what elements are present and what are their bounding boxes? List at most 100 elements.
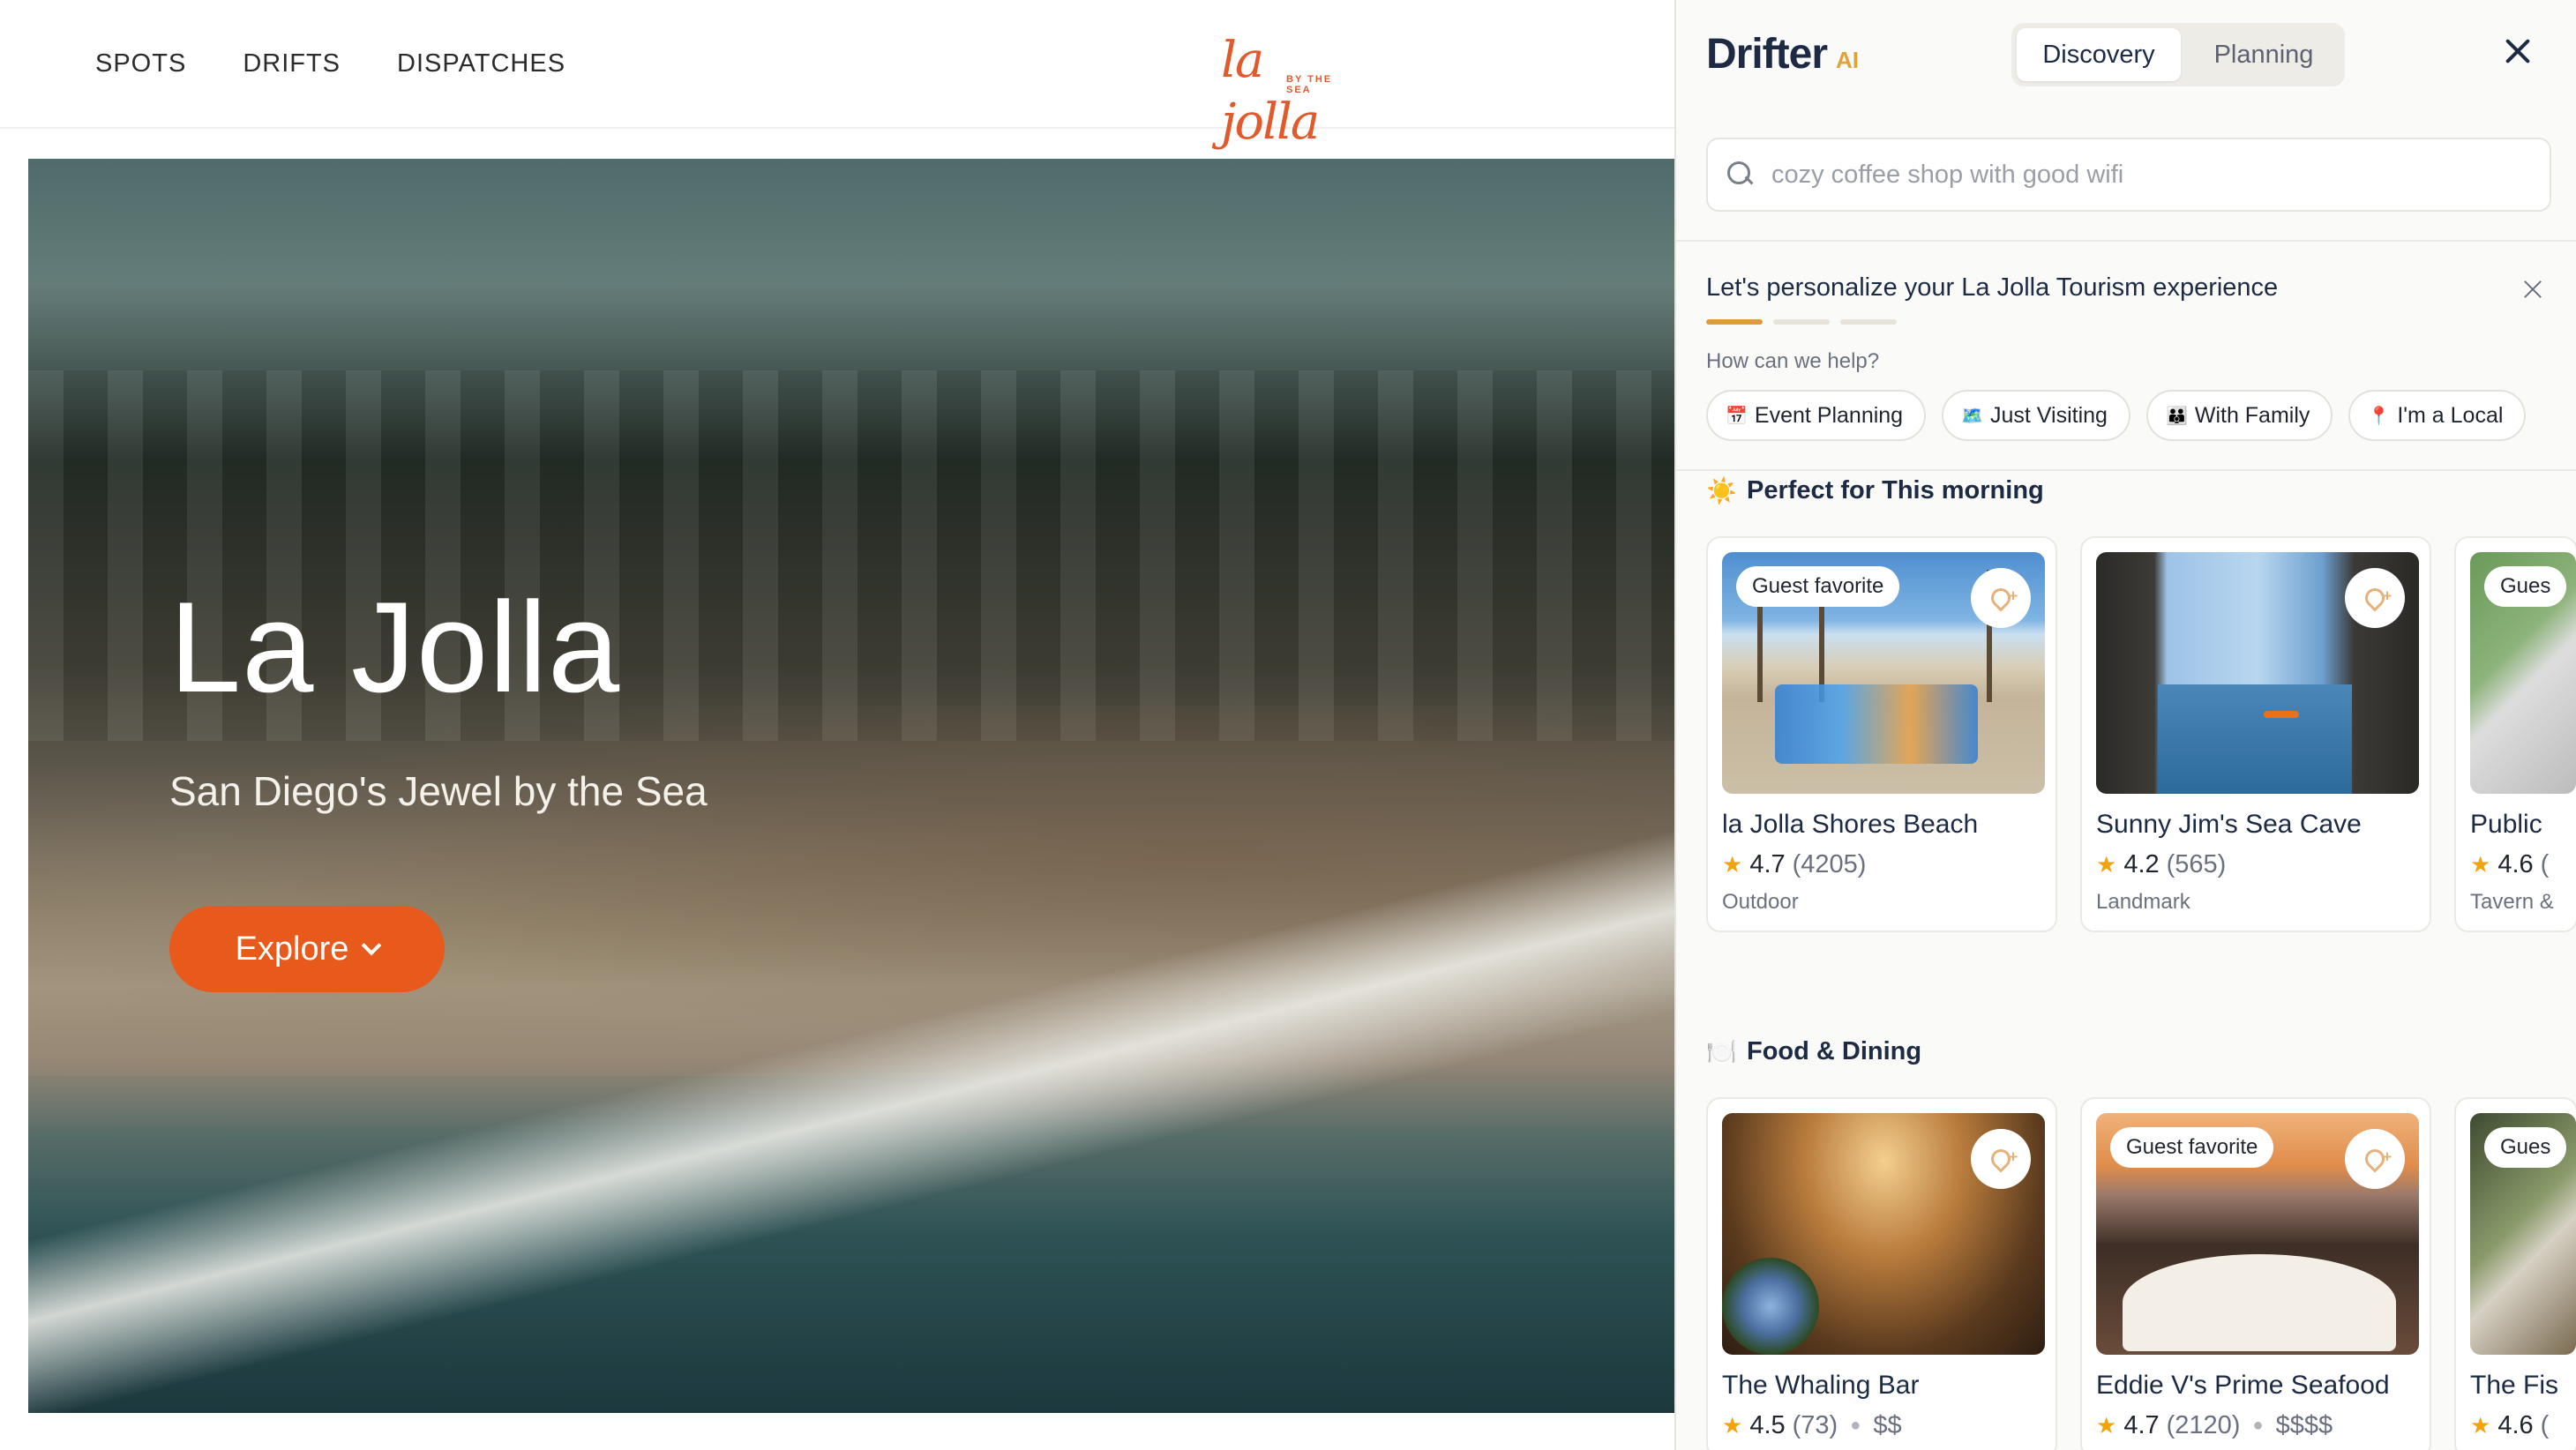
progress-step-2: [1773, 319, 1830, 325]
separator-dot: ●: [1850, 1416, 1861, 1435]
price-level: $$$$: [2275, 1411, 2333, 1439]
section-header: ☀️ Perfect for This morning: [1706, 476, 2044, 505]
place-category: Outdoor: [1722, 890, 1799, 914]
nav-links: SPOTS DRIFTS DISPATCHES: [95, 49, 565, 78]
separator-dot: ●: [2252, 1416, 2264, 1435]
drifter-ai-panel: Drifter AI Discovery Planning Let's pers…: [1674, 0, 2576, 1450]
family-icon: 👪: [2165, 406, 2188, 426]
location-pin-icon: 📍: [2368, 406, 2391, 426]
place-rating: ★ 4.2 (565): [2096, 850, 2415, 879]
review-count: (565): [2166, 850, 2227, 878]
review-count: (2120): [2166, 1411, 2241, 1439]
nav-drifts[interactable]: DRIFTS: [243, 49, 341, 78]
table-shape: [2123, 1254, 2396, 1351]
section-header: 🍽️ Food & Dining: [1706, 1037, 1921, 1066]
place-rating: ★ 4.6 (: [2470, 1411, 2562, 1440]
map-pin-plus-icon: [2361, 584, 2389, 612]
top-navigation: SPOTS DRIFTS DISPATCHES la jolla BY THE …: [0, 0, 1674, 151]
option-local[interactable]: 📍 I'm a Local: [2348, 390, 2527, 441]
place-card[interactable]: Gues Public ★ 4.6 ( Tavern &: [2454, 536, 2576, 932]
option-just-visiting[interactable]: 🗺️ Just Visiting: [1942, 390, 2130, 441]
site-logo[interactable]: la jolla BY THE SEA: [1221, 30, 1359, 151]
place-card[interactable]: Sunny Jim's Sea Cave ★ 4.2 (565) Landmar…: [2080, 536, 2431, 932]
place-card[interactable]: The Whaling Bar ★ 4.5 (73) ● $$: [1706, 1097, 2057, 1450]
star-icon: ★: [2470, 1412, 2491, 1439]
section-perfect-for-morning: ☀️ Perfect for This morning Guest favori…: [1706, 476, 2576, 932]
place-rating: ★ 4.6 (: [2470, 850, 2562, 879]
place-name: Sunny Jim's Sea Cave: [2096, 810, 2362, 839]
explore-button[interactable]: Explore: [169, 906, 445, 992]
personalize-title: Let's personalize your La Jolla Tourism …: [1706, 273, 2279, 302]
brand-name: Drifter: [1706, 31, 1828, 78]
place-card[interactable]: Guest favorite Eddie V's Prime Seafood ★…: [2080, 1097, 2431, 1450]
tab-discovery[interactable]: Discovery: [2017, 28, 2181, 81]
brand-ai-suffix: AI: [1836, 47, 1860, 73]
place-name: The Fis: [2470, 1371, 2559, 1400]
save-place-button[interactable]: [2345, 568, 2405, 628]
review-count: (: [2540, 1411, 2550, 1439]
playground-shape: [1775, 684, 1978, 764]
price-level: $$: [1873, 1411, 1902, 1439]
rating-value: 4.6: [2497, 1411, 2534, 1439]
place-name: The Whaling Bar: [1722, 1371, 1920, 1400]
website-view: SPOTS DRIFTS DISPATCHES la jolla BY THE …: [0, 0, 1674, 1450]
calendar-icon: 📅: [1726, 406, 1748, 426]
place-name: Public: [2470, 810, 2542, 839]
plate-icon: 🍽️: [1706, 1038, 1737, 1065]
map-icon: 🗺️: [1961, 406, 1983, 426]
save-place-button[interactable]: [2345, 1129, 2405, 1189]
guest-favorite-badge: Guest favorite: [2110, 1127, 2274, 1168]
search-icon: [1727, 161, 1754, 188]
place-card[interactable]: Gues The Fis ★ 4.6 (: [2454, 1097, 2576, 1450]
mode-tabs: Discovery Planning: [2011, 23, 2345, 86]
hero-title: La Jolla: [169, 575, 621, 719]
rating-value: 4.5: [1749, 1411, 1786, 1439]
guest-favorite-badge: Gues: [2484, 566, 2567, 607]
divider: [1676, 240, 2576, 242]
divider: [1676, 469, 2576, 471]
card-row: The Whaling Bar ★ 4.5 (73) ● $$ Guest fa…: [1706, 1097, 2576, 1450]
place-rating: ★ 4.7 (2120) ● $$$$: [2096, 1411, 2415, 1440]
option-event-planning[interactable]: 📅 Event Planning: [1706, 390, 1927, 441]
place-card[interactable]: Guest favorite la Jolla Shores Beach ★ 4…: [1706, 536, 2057, 932]
hero-banner: La Jolla San Diego's Jewel by the Sea: [28, 159, 1674, 1413]
place-name: Eddie V's Prime Seafood: [2096, 1371, 2390, 1400]
search-input[interactable]: [1771, 160, 2530, 190]
close-panel-icon[interactable]: [2502, 35, 2534, 67]
star-icon: ★: [2470, 851, 2491, 878]
save-place-button[interactable]: [1971, 1129, 2031, 1189]
drifter-brand: Drifter AI: [1706, 30, 1859, 78]
save-place-button[interactable]: [1971, 568, 2031, 628]
star-icon: ★: [1722, 851, 1743, 878]
review-count: (73): [1792, 1411, 1838, 1439]
sun-icon: ☀️: [1706, 477, 1737, 505]
section-title: Food & Dining: [1747, 1037, 1922, 1065]
place-rating: ★ 4.7 (4205): [1722, 850, 2041, 879]
rating-value: 4.2: [2123, 850, 2160, 878]
personalize-question: How can we help?: [1706, 349, 1880, 373]
place-image: Gues: [2470, 552, 2576, 794]
progress-step-1: [1706, 319, 1763, 325]
kayak-shape: [2264, 711, 2299, 718]
nav-spots[interactable]: SPOTS: [95, 49, 186, 78]
star-icon: ★: [2096, 1412, 2117, 1439]
close-personalize-icon[interactable]: [2523, 279, 2542, 298]
nav-dispatches[interactable]: DISPATCHES: [397, 49, 565, 78]
hero-subtitle: San Diego's Jewel by the Sea: [169, 768, 708, 814]
logo-tagline: BY THE SEA: [1286, 74, 1333, 95]
option-label: Event Planning: [1754, 402, 1904, 428]
option-with-family[interactable]: 👪 With Family: [2145, 390, 2333, 441]
guest-favorite-badge: Guest favorite: [1736, 566, 1900, 607]
section-food-dining: 🍽️ Food & Dining The Whaling Bar ★ 4.5 (…: [1706, 1037, 2576, 1450]
explore-label: Explore: [235, 930, 349, 968]
tab-planning[interactable]: Planning: [2188, 28, 2340, 81]
place-image: Gues: [2470, 1113, 2576, 1355]
personalize-progress: [1706, 319, 1897, 325]
place-category: Landmark: [2096, 890, 2190, 914]
review-count: (: [2540, 850, 2550, 878]
flowers-shape: [1722, 1258, 1819, 1355]
place-rating: ★ 4.5 (73) ● $$: [1722, 1411, 2041, 1440]
option-label: Just Visiting: [1990, 402, 2108, 428]
map-pin-plus-icon: [1987, 1145, 2015, 1173]
place-image: [1722, 1113, 2045, 1355]
